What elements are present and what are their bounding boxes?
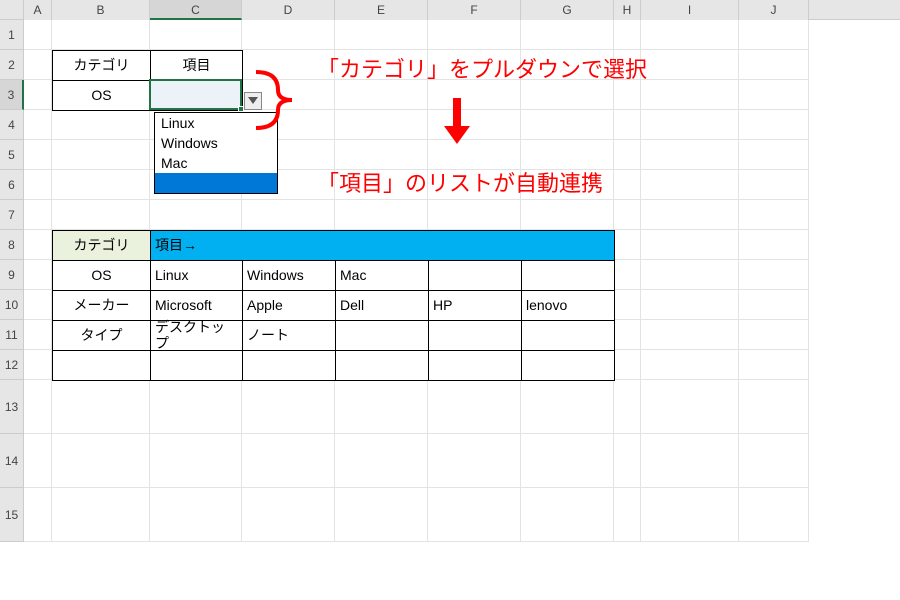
select-all-corner[interactable] (0, 0, 24, 20)
row-header-3[interactable]: 3 (0, 80, 24, 110)
col-header-C[interactable]: C (150, 0, 242, 20)
col-header-H[interactable]: H (614, 0, 641, 20)
row-header-9[interactable]: 9 (0, 260, 24, 290)
row-header-5[interactable]: 5 (0, 140, 24, 170)
row-header-12[interactable]: 12 (0, 350, 24, 380)
col-header-G[interactable]: G (521, 0, 614, 20)
col-header-D[interactable]: D (242, 0, 335, 20)
row-header-7[interactable]: 7 (0, 200, 24, 230)
annotation-arrow-down-icon (444, 98, 470, 147)
row-header-6[interactable]: 6 (0, 170, 24, 200)
annotation-line-2: 「項目」のリストが自動連携 (317, 166, 603, 198)
row-header-15[interactable]: 15 (0, 488, 24, 542)
col-header-B[interactable]: B (52, 0, 150, 20)
row-header-11[interactable]: 11 (0, 320, 24, 350)
row-header-4[interactable]: 4 (0, 110, 24, 140)
row-header-2[interactable]: 2 (0, 50, 24, 80)
row-header-13[interactable]: 13 (0, 380, 24, 434)
row-header-14[interactable]: 14 (0, 434, 24, 488)
col-header-J[interactable]: J (739, 0, 809, 20)
col-header-F[interactable]: F (428, 0, 521, 20)
column-header-row: ABCDEFGHIJ (0, 0, 900, 20)
row-header-1[interactable]: 1 (0, 20, 24, 50)
annotation-line-1: 「カテゴリ」をプルダウンで選択 (317, 52, 647, 84)
col-header-I[interactable]: I (641, 0, 739, 20)
row-header-10[interactable]: 10 (0, 290, 24, 320)
col-header-E[interactable]: E (335, 0, 428, 20)
col-header-A[interactable]: A (24, 0, 52, 20)
row-header-8[interactable]: 8 (0, 230, 24, 260)
